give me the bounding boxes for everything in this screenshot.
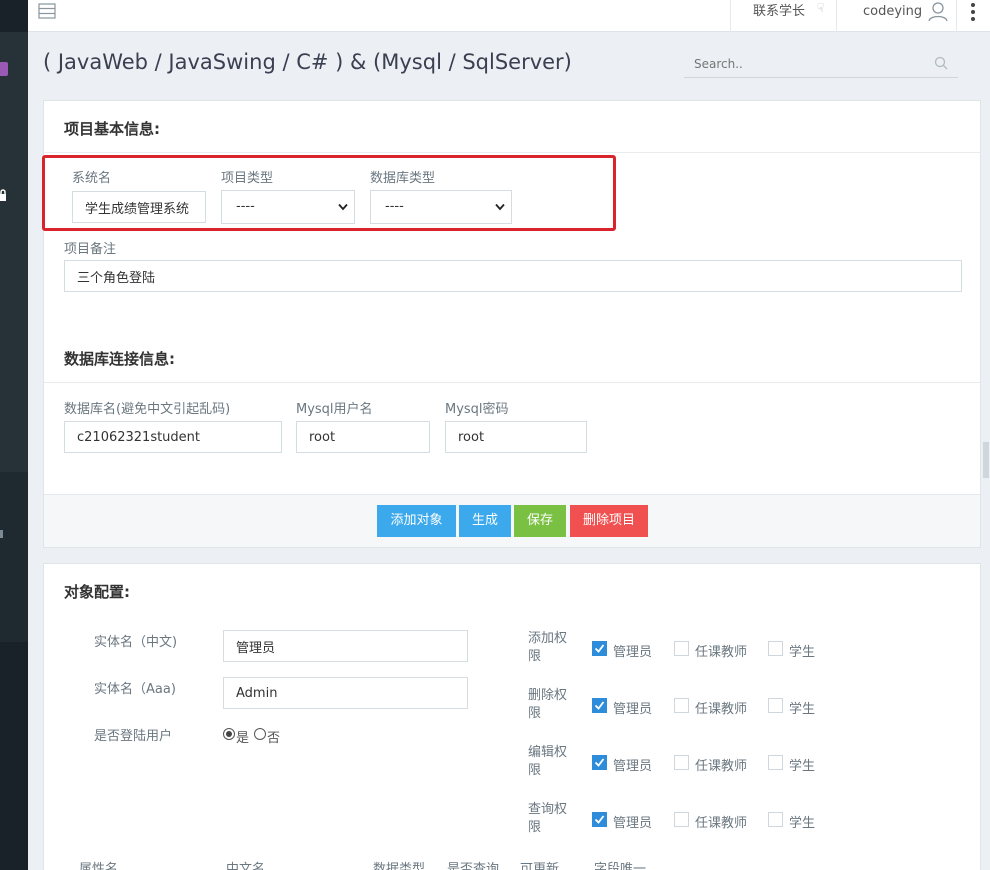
login-no-radio[interactable] bbox=[254, 728, 266, 740]
perm-edit-student-label: 学生 bbox=[789, 759, 816, 774]
project-type-select[interactable]: ---- bbox=[221, 190, 355, 224]
entity-en-label: 实体名（Aaa) bbox=[94, 682, 176, 697]
perm-delete-admin-label: 管理员 bbox=[613, 702, 653, 717]
perm-edit-teacher-label: 任课教师 bbox=[695, 759, 748, 774]
action-bar: 添加对象 生成 保存 删除项目 bbox=[44, 494, 980, 547]
contact-link[interactable]: 联系学长 ☟ bbox=[730, 0, 836, 32]
login-user-label: 是否登陆用户 bbox=[94, 729, 173, 744]
project-info-title: 项目基本信息: bbox=[64, 120, 160, 138]
object-config-card: 对象配置: 实体名（中文) 实体名（Aaa) 是否登陆用户 是 否 添加权限 管… bbox=[43, 563, 981, 870]
hand-icon: ☟ bbox=[817, 1, 825, 15]
db-info-header: 数据库连接信息: bbox=[44, 331, 980, 383]
remark-label: 项目备注 bbox=[64, 242, 117, 257]
remark-input[interactable] bbox=[64, 260, 962, 292]
perm-query-teacher-checkbox[interactable] bbox=[674, 812, 689, 827]
sidebar-indicator bbox=[0, 530, 3, 538]
perm-query-admin-checkbox[interactable] bbox=[592, 812, 607, 827]
perm-query-admin-label: 管理员 bbox=[613, 816, 653, 831]
lock-icon[interactable] bbox=[0, 186, 8, 201]
perm-delete-admin-checkbox[interactable] bbox=[592, 698, 607, 713]
object-config-title: 对象配置: bbox=[64, 583, 130, 601]
username: codeying bbox=[863, 4, 923, 19]
add-object-button[interactable]: 添加对象 bbox=[377, 505, 456, 537]
perm-delete-teacher-label: 任课教师 bbox=[695, 702, 748, 717]
object-config-header: 对象配置: bbox=[44, 564, 980, 616]
project-card: 项目基本信息: 系统名 项目类型 ---- 数据库类型 ---- 项目备注 数据… bbox=[42, 100, 981, 548]
project-type-value: ---- bbox=[236, 199, 255, 214]
user-menu[interactable]: codeying bbox=[836, 0, 956, 32]
more-vertical-icon bbox=[971, 3, 975, 21]
mysql-user-label: Mysql用户名 bbox=[296, 402, 373, 417]
chevron-down-icon bbox=[338, 203, 348, 211]
perm-add-student-checkbox[interactable] bbox=[768, 641, 783, 656]
db-type-label: 数据库类型 bbox=[370, 171, 436, 186]
perm-add-teacher-checkbox[interactable] bbox=[674, 641, 689, 656]
menu-icon[interactable] bbox=[38, 3, 58, 19]
login-yes-radio[interactable] bbox=[223, 728, 235, 740]
db-name-label: 数据库名(避免中文引起乱码) bbox=[64, 402, 231, 417]
mysql-user-input[interactable] bbox=[296, 421, 430, 453]
project-info-header: 项目基本信息: bbox=[44, 101, 980, 153]
perm-delete-label: 删除权限 bbox=[528, 688, 568, 721]
perm-query-student-checkbox[interactable] bbox=[768, 812, 783, 827]
chevron-down-icon bbox=[495, 203, 505, 211]
entity-cn-label: 实体名（中文) bbox=[94, 635, 178, 650]
db-type-value: ---- bbox=[385, 199, 404, 214]
table-header-unique: 字段唯一 bbox=[594, 862, 647, 870]
perm-delete-student-label: 学生 bbox=[789, 702, 816, 717]
generate-button[interactable]: 生成 bbox=[459, 505, 511, 537]
mysql-password-input[interactable] bbox=[445, 421, 587, 453]
more-menu[interactable] bbox=[956, 0, 990, 32]
perm-delete-teacher-checkbox[interactable] bbox=[674, 698, 689, 713]
table-header-cn-name: 中文名 bbox=[226, 862, 266, 870]
perm-add-label: 添加权限 bbox=[528, 631, 568, 664]
db-info-title: 数据库连接信息: bbox=[64, 350, 175, 368]
table-header-field: 属性名 bbox=[79, 862, 119, 870]
db-name-input[interactable] bbox=[64, 421, 282, 453]
search-box bbox=[684, 52, 958, 78]
perm-query-student-label: 学生 bbox=[789, 816, 816, 831]
perm-edit-admin-checkbox[interactable] bbox=[592, 755, 607, 770]
table-header-updatable: 可更新 bbox=[520, 862, 560, 870]
perm-edit-student-checkbox[interactable] bbox=[768, 755, 783, 770]
mysql-password-label: Mysql密码 bbox=[445, 402, 509, 417]
top-bar: 联系学长 ☟ codeying bbox=[28, 0, 990, 32]
system-name-label: 系统名 bbox=[72, 171, 112, 186]
perm-add-admin-label: 管理员 bbox=[613, 645, 653, 660]
search-input[interactable] bbox=[684, 52, 924, 76]
perm-add-teacher-label: 任课教师 bbox=[695, 645, 748, 660]
login-no-label: 否 bbox=[267, 731, 281, 746]
perm-edit-teacher-checkbox[interactable] bbox=[674, 755, 689, 770]
sidebar-badge[interactable] bbox=[0, 62, 8, 76]
perm-query-teacher-label: 任课教师 bbox=[695, 816, 748, 831]
delete-project-button[interactable]: 删除项目 bbox=[570, 505, 648, 537]
scrollbar-thumb[interactable] bbox=[983, 442, 989, 478]
system-name-input[interactable] bbox=[72, 191, 206, 223]
table-header-queryable: 是否查询 bbox=[447, 862, 500, 870]
sidebar-active-band bbox=[0, 32, 28, 472]
sidebar bbox=[0, 0, 28, 870]
page-title: ( JavaWeb / JavaSwing / C# ) & (Mysql / … bbox=[43, 50, 572, 74]
perm-edit-label: 编辑权限 bbox=[528, 745, 568, 778]
entity-cn-input[interactable] bbox=[223, 630, 468, 662]
perm-edit-admin-label: 管理员 bbox=[613, 759, 653, 774]
entity-en-input[interactable] bbox=[223, 677, 468, 709]
login-yes-label: 是 bbox=[236, 731, 250, 746]
perm-add-student-label: 学生 bbox=[789, 645, 816, 660]
contact-label: 联系学长 bbox=[753, 4, 806, 19]
search-icon[interactable] bbox=[934, 56, 948, 70]
project-type-label: 项目类型 bbox=[221, 171, 274, 186]
table-header-data-type: 数据类型 bbox=[373, 862, 426, 870]
perm-add-admin-checkbox[interactable] bbox=[592, 641, 607, 656]
save-button[interactable]: 保存 bbox=[514, 505, 566, 537]
perm-query-label: 查询权限 bbox=[528, 802, 568, 835]
db-type-select[interactable]: ---- bbox=[370, 190, 512, 224]
sidebar-lower-band bbox=[0, 472, 28, 642]
perm-delete-student-checkbox[interactable] bbox=[768, 698, 783, 713]
user-icon bbox=[928, 2, 948, 22]
